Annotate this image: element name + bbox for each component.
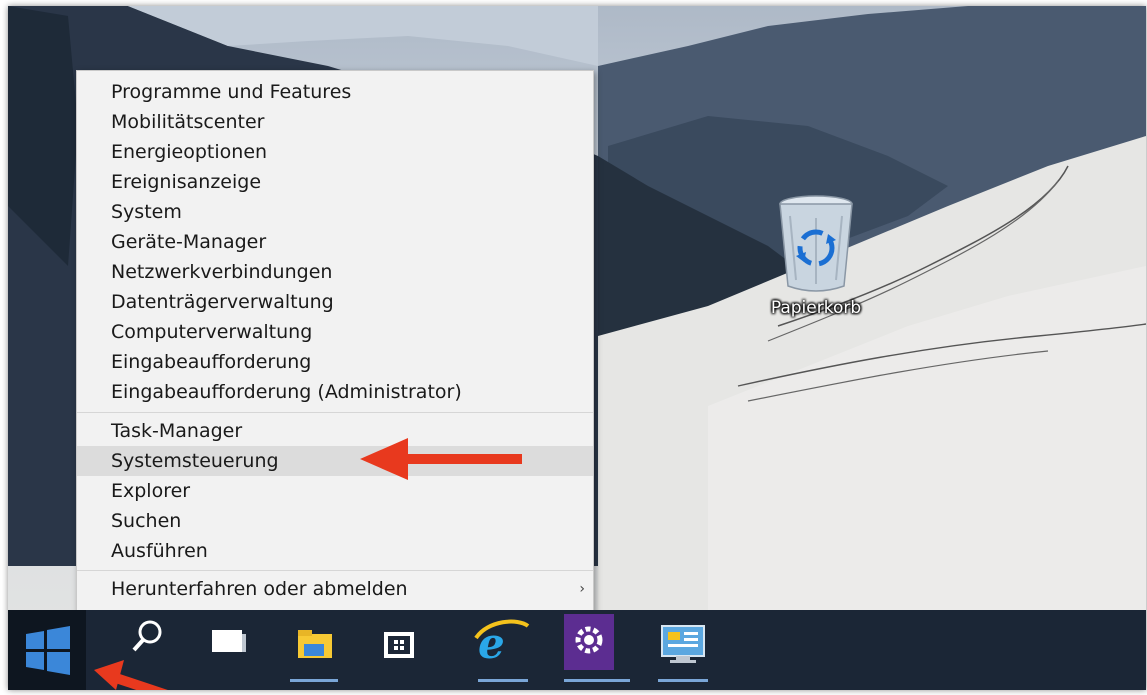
annotation-arrow-start-button: [94, 660, 168, 690]
annotation-arrow-systemsteuerung: [360, 438, 522, 480]
annotation-layer: [94, 438, 522, 690]
screenshot-frame: Papierkorb Programme und Features Mobili…: [8, 6, 1146, 690]
